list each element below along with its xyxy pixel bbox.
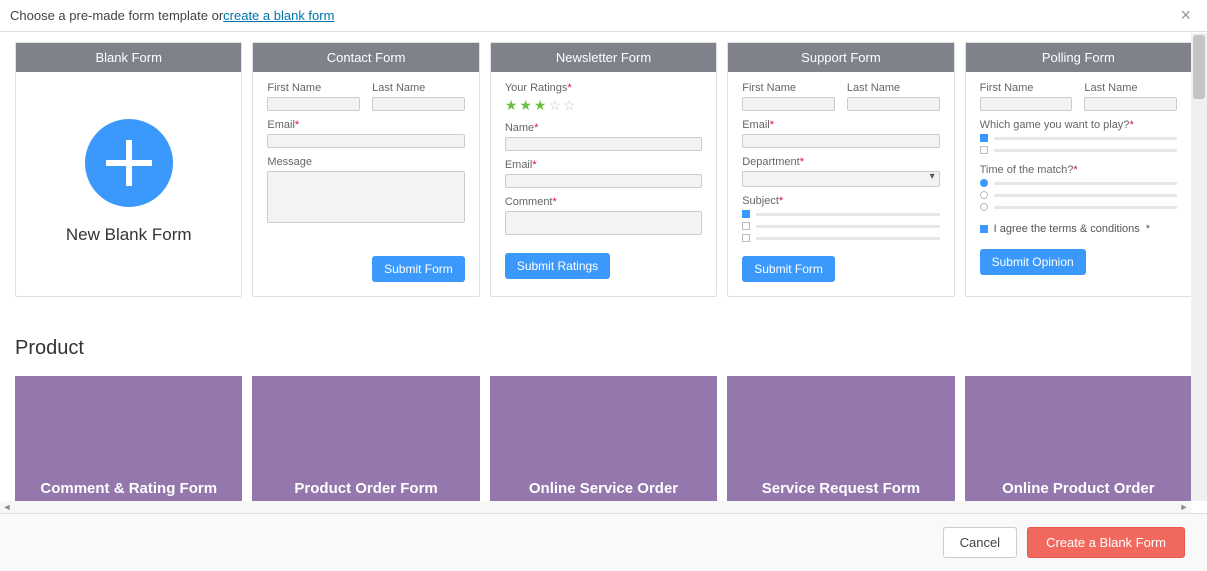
first-name-input	[267, 97, 360, 111]
modal-footer: Cancel Create a Blank Form	[0, 513, 1207, 571]
label-last-name: Last Name	[1084, 82, 1177, 94]
radio-option	[980, 203, 1177, 211]
create-blank-link[interactable]: create a blank form	[223, 8, 334, 23]
email-input	[742, 134, 939, 148]
message-textarea	[267, 171, 464, 223]
name-input	[505, 137, 702, 151]
template-online-service-order[interactable]: Online Service Order	[490, 376, 717, 501]
label-last-name: Last Name	[372, 82, 465, 94]
agree-label: I agree the terms & conditions	[994, 223, 1140, 235]
comment-textarea	[505, 211, 702, 235]
label-email: Email	[267, 119, 295, 131]
submit-button: Submit Form	[742, 256, 835, 282]
last-name-input	[372, 97, 465, 111]
label-q2: Time of the match?	[980, 164, 1074, 176]
template-comment-rating[interactable]: Comment & Rating Form	[15, 376, 242, 501]
card-title: Contact Form	[253, 43, 478, 72]
agree-checkbox: I agree the terms & conditions*	[980, 223, 1177, 235]
template-product-order[interactable]: Product Order Form	[252, 376, 479, 501]
label-name: Name	[505, 122, 534, 134]
default-template-row: Blank Form New Blank Form Contact Form F…	[15, 42, 1192, 297]
label-first-name: First Name	[742, 82, 835, 94]
template-service-request[interactable]: Service Request Form	[727, 376, 954, 501]
label-last-name: Last Name	[847, 82, 940, 94]
template-newsletter[interactable]: Newsletter Form Your Ratings* ★★★☆☆ Name…	[490, 42, 717, 297]
email-input	[505, 174, 702, 188]
submit-button: Submit Opinion	[980, 249, 1086, 275]
horizontal-scrollbar[interactable]: ◄ ►	[0, 501, 1191, 513]
last-name-input	[847, 97, 940, 111]
card-title: Blank Form	[16, 43, 241, 72]
template-support[interactable]: Support Form First Name Last Name	[727, 42, 954, 297]
blank-label: New Blank Form	[66, 225, 192, 245]
first-name-input	[980, 97, 1073, 111]
scroll-area[interactable]: Blank Form New Blank Form Contact Form F…	[0, 32, 1207, 513]
submit-button: Submit Ratings	[505, 253, 610, 279]
vertical-scrollbar[interactable]	[1191, 33, 1207, 501]
checkbox-option	[742, 222, 939, 230]
first-name-input	[742, 97, 835, 111]
label-comment: Comment	[505, 196, 553, 208]
checkbox-option	[980, 146, 1177, 154]
cancel-button[interactable]: Cancel	[943, 527, 1017, 558]
label-ratings: Your Ratings	[505, 82, 568, 94]
label-first-name: First Name	[267, 82, 360, 94]
close-icon[interactable]: ×	[1174, 5, 1197, 26]
radio-option	[980, 179, 1177, 187]
template-online-product-order[interactable]: Online Product Order	[965, 376, 1192, 501]
scrollbar-thumb[interactable]	[1193, 35, 1205, 99]
plus-icon	[85, 119, 173, 207]
checkbox-option	[980, 134, 1177, 142]
label-first-name: First Name	[980, 82, 1073, 94]
create-blank-button[interactable]: Create a Blank Form	[1027, 527, 1185, 558]
radio-option	[980, 191, 1177, 199]
label-q1: Which game you want to play?	[980, 119, 1130, 131]
product-template-row: Comment & Rating Form Product Order Form…	[15, 376, 1192, 501]
template-contact[interactable]: Contact Form First Name Last Name	[252, 42, 479, 297]
template-chooser-modal: Choose a pre-made form template or creat…	[0, 0, 1207, 571]
label-message: Message	[267, 156, 464, 168]
card-title: Support Form	[728, 43, 953, 72]
email-input	[267, 134, 464, 148]
section-product: Product	[15, 337, 1192, 360]
department-select	[742, 171, 939, 187]
scroll-left-icon[interactable]: ◄	[0, 501, 14, 513]
template-polling[interactable]: Polling Form First Name Last Name	[965, 42, 1192, 297]
label-email: Email	[742, 119, 770, 131]
checkbox-option	[742, 234, 939, 242]
modal-header: Choose a pre-made form template or creat…	[0, 0, 1207, 32]
scroll-right-icon[interactable]: ►	[1177, 501, 1191, 513]
submit-button: Submit Form	[372, 256, 465, 282]
label-subject: Subject	[742, 195, 779, 207]
label-department: Department	[742, 156, 799, 168]
star-rating: ★★★☆☆	[505, 97, 702, 114]
label-email: Email	[505, 159, 533, 171]
card-title: Polling Form	[966, 43, 1191, 72]
checkbox-option	[742, 210, 939, 218]
last-name-input	[1084, 97, 1177, 111]
header-text: Choose a pre-made form template or	[10, 8, 223, 23]
card-title: Newsletter Form	[491, 43, 716, 72]
template-blank[interactable]: Blank Form New Blank Form	[15, 42, 242, 297]
